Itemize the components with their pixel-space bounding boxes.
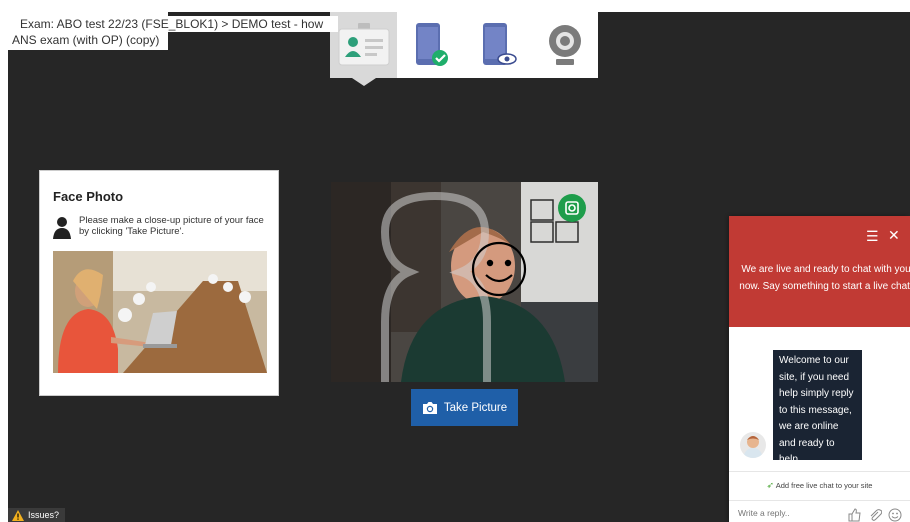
menu-icon[interactable]: ☰ <box>866 228 879 245</box>
phone-eye-icon <box>482 23 517 65</box>
camera-lens-icon <box>565 201 579 215</box>
paperclip-icon[interactable] <box>868 508 882 522</box>
issues-label: Issues? <box>28 510 60 520</box>
phone-check-icon <box>415 23 448 66</box>
agent-avatar <box>740 432 766 458</box>
face-photo-instruction: Please make a close-up picture of your f… <box>79 215 264 237</box>
chat-divider <box>729 500 910 501</box>
webcam-icon <box>548 25 581 65</box>
emoji-icon[interactable] <box>888 508 902 522</box>
chat-promo-link[interactable]: ➶ Add free live chat to your site <box>729 480 910 491</box>
face-photo-card: Face Photo Please make a close-up pictur… <box>39 170 279 396</box>
person-icon <box>53 217 71 239</box>
live-chat-widget: ☰ ✕ We are live and ready to chat with y… <box>729 216 910 522</box>
id-card-icon <box>338 23 389 66</box>
exam-title-line1: Exam: ABO test 22/23 (FSE_BLOK1) > DEMO … <box>8 16 338 32</box>
thumbs-up-icon[interactable] <box>847 508 861 522</box>
step-id-card[interactable] <box>330 12 397 78</box>
face-photo-title: Face Photo <box>53 189 124 204</box>
close-icon[interactable]: ✕ <box>888 227 900 244</box>
exam-title: Exam: ABO test 22/23 (FSE_BLOK1) > DEMO … <box>8 12 338 50</box>
step-phone-check[interactable] <box>397 12 464 78</box>
camera-badge <box>558 194 586 222</box>
chat-divider <box>729 471 910 472</box>
take-picture-button[interactable]: Take Picture <box>411 389 518 426</box>
step-webcam[interactable] <box>531 12 598 78</box>
camera-preview <box>331 182 598 382</box>
step-bar <box>330 12 598 78</box>
camera-icon <box>422 401 437 414</box>
step-pointer <box>352 78 376 86</box>
issues-button[interactable]: Issues? <box>8 508 66 522</box>
step-phone-eye[interactable] <box>464 12 531 78</box>
chat-header: ☰ ✕ We are live and ready to chat with y… <box>729 216 910 327</box>
chat-message: Welcome to our site, if you need help si… <box>773 350 862 465</box>
take-picture-label: Take Picture <box>443 401 508 414</box>
exam-title-line2: ANS exam (with OP) (copy) <box>12 33 160 47</box>
warning-icon <box>12 509 24 521</box>
example-photo <box>53 251 267 373</box>
chat-reply-input[interactable] <box>738 508 838 518</box>
leaf-icon: ➶ <box>766 480 775 490</box>
chat-promo-label: Add free live chat to your site <box>775 481 873 490</box>
chat-header-text: We are live and ready to chat with you n… <box>739 264 910 292</box>
